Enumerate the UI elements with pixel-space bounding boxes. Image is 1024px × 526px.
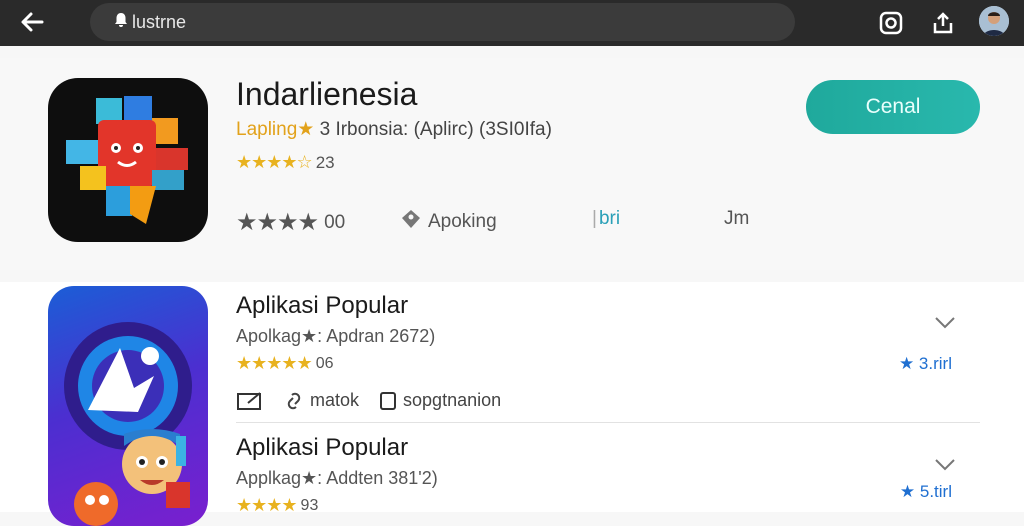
popular-apps-list: Aplikasi Popular Apolkag★: Apdran 2672) … xyxy=(0,282,1024,526)
bell-icon xyxy=(114,12,128,32)
item-rating: ★★★★ 93 xyxy=(236,495,996,516)
open-button[interactable]: Cenal xyxy=(806,80,980,134)
divider-line: | xyxy=(592,208,597,229)
item-actions: matok sopgtnanion xyxy=(236,390,501,411)
star-rating-icon: ★★★★☆ xyxy=(236,152,313,172)
item-subtitle: Applkag★: Addten 381'2) xyxy=(236,468,438,488)
option-action[interactable]: sopgtnanion xyxy=(379,390,501,411)
divider xyxy=(236,422,980,423)
item-badge: ★ 5.tirl xyxy=(899,482,952,501)
item-rating: ★★★★★ 06 xyxy=(236,353,996,374)
share-icon[interactable] xyxy=(928,8,958,38)
link-icon xyxy=(287,392,301,409)
star-rating-icon: ★★★★★ xyxy=(236,353,313,373)
app-meta-row: ★★★★ 00 Apoking | bri Jm xyxy=(236,208,796,240)
tag-icon xyxy=(400,208,422,236)
size-label: bri xyxy=(598,208,621,229)
edit-icon xyxy=(237,391,261,410)
star-rating-icon: ★★★★ xyxy=(236,209,319,236)
list-item[interactable]: Aplikasi Popular Apolkag★: Apdran 2672) … xyxy=(236,292,996,410)
link-action[interactable]: matok xyxy=(284,390,359,411)
featured-app-icon[interactable] xyxy=(48,78,208,242)
featured-app-card: Indarlienesia Lapling★ 3 Irbonsia: (Apli… xyxy=(0,58,1024,270)
app-rating: ★★★★☆ 23 xyxy=(236,152,335,173)
avatar[interactable] xyxy=(979,6,1009,36)
rating-value: 06 xyxy=(315,354,334,372)
item-badge: ★ 3.rirl xyxy=(898,354,952,373)
list-item[interactable]: Aplikasi Popular Applkag★: Addten 381'2)… xyxy=(236,434,996,516)
url-text: lustrne xyxy=(132,11,187,32)
checkbox-icon xyxy=(380,391,397,410)
app-title: Indarlienesia xyxy=(236,76,418,112)
app-subtitle: Lapling★ 3 Irbonsia: (Aplirc) (3SI0Ifa) xyxy=(236,119,552,140)
top-bar: lustrne xyxy=(0,0,1024,46)
edit-action[interactable] xyxy=(236,390,264,411)
action-label: sopgtnanion xyxy=(403,390,502,410)
back-button[interactable] xyxy=(18,8,48,38)
chevron-down-icon[interactable] xyxy=(934,314,956,335)
chevron-down-icon[interactable] xyxy=(934,456,956,477)
arrow-left-icon xyxy=(21,12,44,32)
address-bar[interactable]: lustrne xyxy=(90,3,795,41)
popular-app-icon[interactable] xyxy=(48,286,208,526)
item-title: Aplikasi Popular xyxy=(236,434,409,461)
extra-label: Jm xyxy=(724,208,750,229)
instagram-icon[interactable] xyxy=(876,8,906,38)
category-label[interactable]: Apoking xyxy=(428,211,497,233)
star-rating-icon: ★★★★ xyxy=(236,495,298,515)
rating-value: 00 xyxy=(324,211,346,233)
item-subtitle: Apolkag★: Apdran 2672) xyxy=(236,326,436,346)
action-label: matok xyxy=(310,390,360,410)
rating-count: 23 xyxy=(315,152,335,172)
item-title: Aplikasi Popular xyxy=(236,292,409,319)
